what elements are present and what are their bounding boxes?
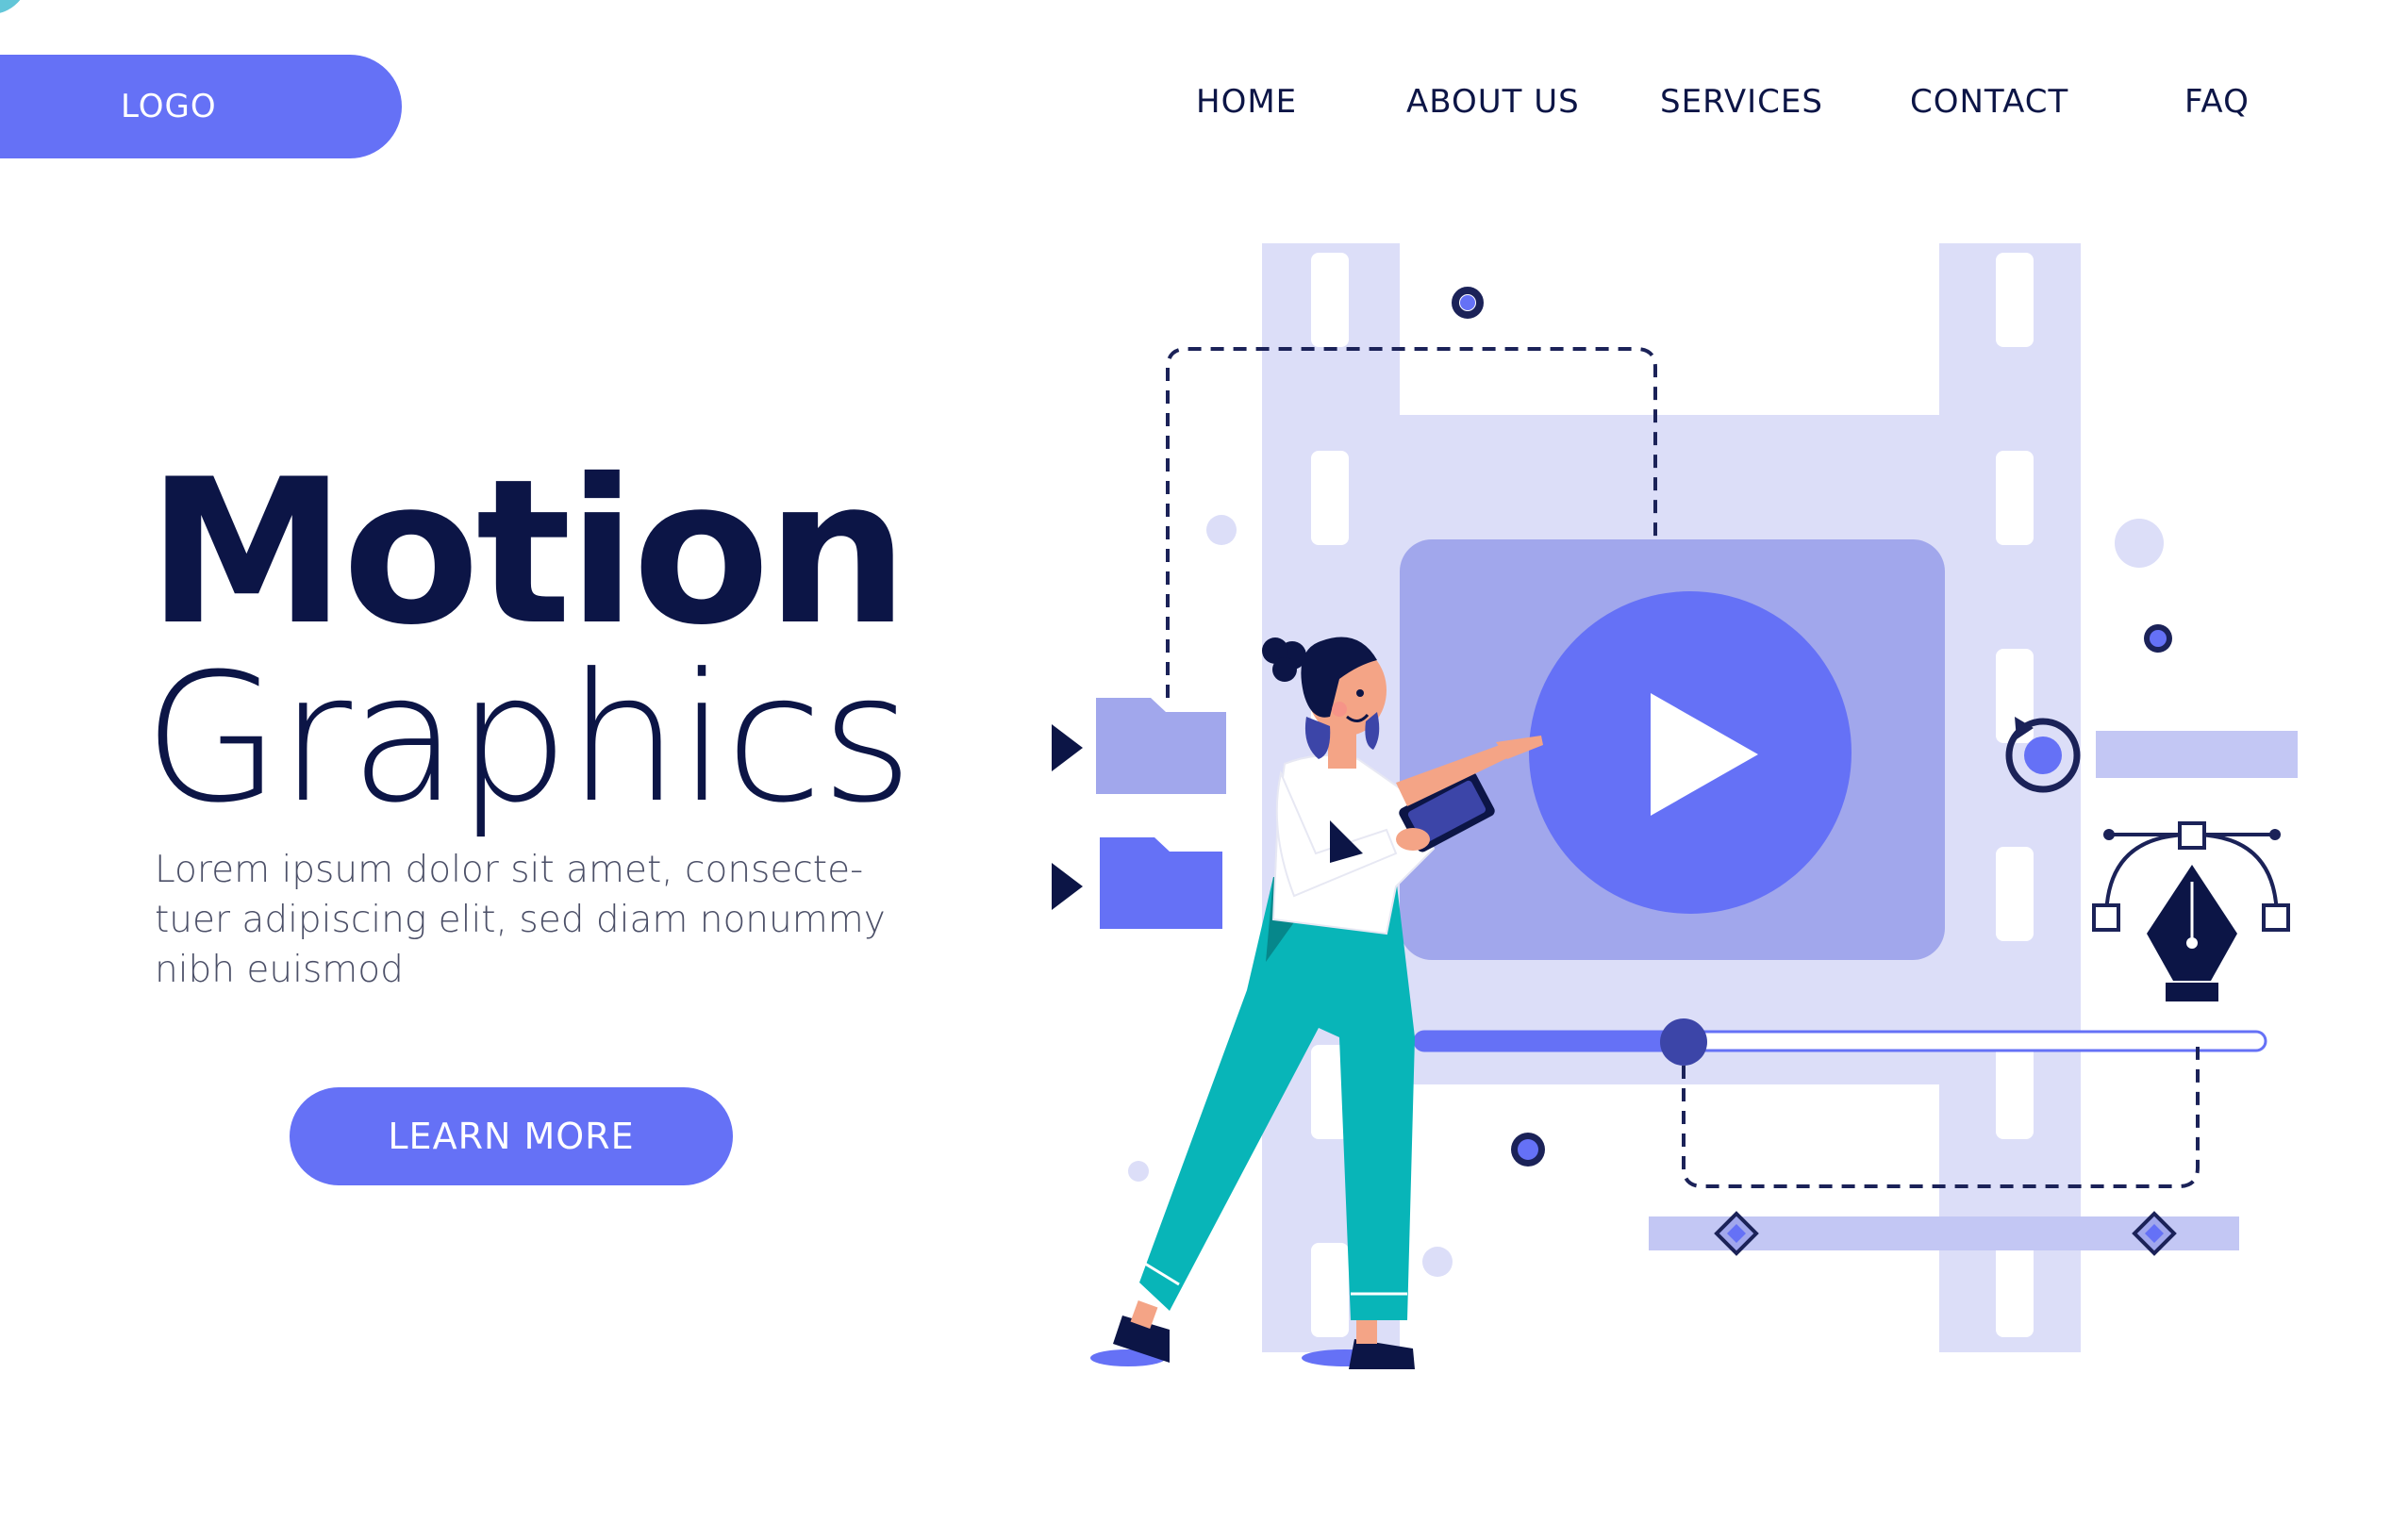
folder-icon[interactable]: [1052, 698, 1226, 794]
hero-body-line-3: nibh euismod: [155, 949, 404, 991]
play-button[interactable]: [1529, 591, 1852, 914]
pen-tool-icon[interactable]: [2092, 821, 2290, 1001]
hero-subtitle: Graphics: [143, 636, 913, 842]
dot-decoration-inner: [2150, 630, 2167, 647]
hero-title: Motion: [147, 436, 908, 669]
nav-about-us[interactable]: ABOUT US: [1406, 83, 1580, 121]
learn-more-button[interactable]: LEARN MORE: [290, 1087, 733, 1185]
hero-body-line-2: tuer adipiscing elit, sed diam nonummy: [155, 899, 886, 941]
dot-decoration-light: [1128, 1161, 1149, 1182]
dot-decoration-inner: [1518, 1139, 1538, 1160]
hero-body: Lorem ipsum dolor sit amet, consecte- tu…: [155, 845, 928, 995]
dot-decoration-inner: [1460, 295, 1475, 310]
corner-accent: [0, 0, 28, 14]
nav-home[interactable]: HOME: [1196, 83, 1297, 121]
nav-faq[interactable]: FAQ: [2184, 83, 2250, 121]
nav-contact[interactable]: CONTACT: [1910, 83, 2068, 121]
timeline-handle[interactable]: [1660, 1018, 1707, 1066]
dot-decoration-light: [1422, 1247, 1453, 1277]
dot-decoration-light: [2115, 519, 2164, 568]
hero-body-line-1: Lorem ipsum dolor sit amet, consecte-: [155, 849, 864, 891]
landing-page: LOGO HOME ABOUT US SERVICES CONTACT FAQ …: [0, 0, 2408, 1539]
property-bar: [2096, 731, 2298, 778]
folder-icon-2[interactable]: [1052, 837, 1222, 929]
logo-button[interactable]: LOGO: [0, 55, 402, 158]
nav-services[interactable]: SERVICES: [1660, 83, 1823, 121]
dot-decoration-light: [1206, 515, 1237, 545]
